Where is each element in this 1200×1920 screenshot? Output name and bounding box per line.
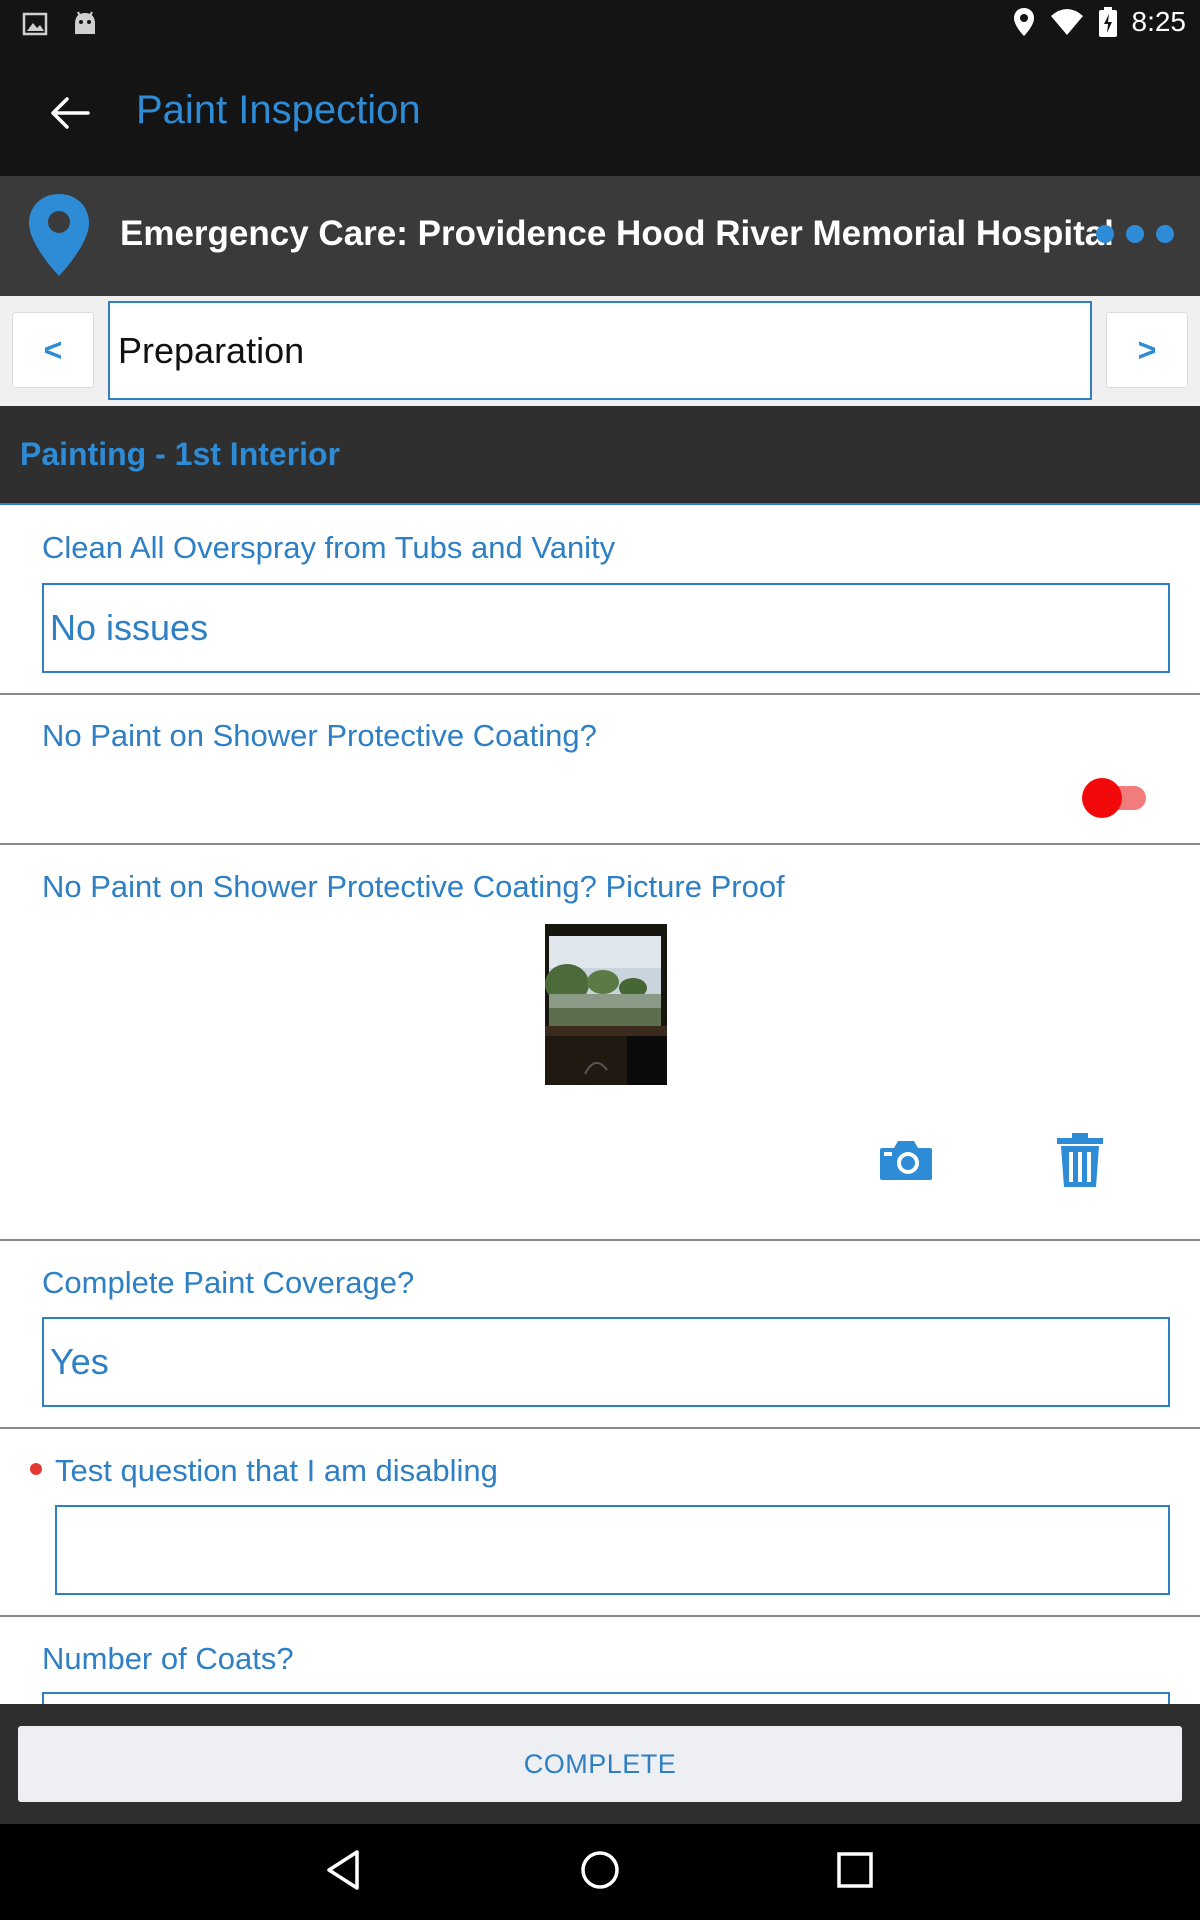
image-icon [22, 11, 48, 37]
app-bar: Paint Inspection [0, 48, 1200, 176]
location-icon [1012, 6, 1036, 38]
answer-value: Yes [50, 1341, 109, 1382]
map-pin-icon [26, 192, 92, 283]
question-label: Test question that I am disabling [55, 1453, 498, 1488]
section-navigator: < Preparation > [0, 296, 1200, 406]
footer-bar: COMPLETE [0, 1704, 1200, 1824]
answer-input[interactable]: Yes [42, 1317, 1170, 1407]
question-label: Number of Coats? [42, 1641, 294, 1676]
divider [0, 843, 1200, 845]
more-dots-icon[interactable] [1096, 225, 1174, 243]
android-icon [72, 10, 98, 38]
back-button[interactable] [40, 86, 100, 140]
group-title: Painting - 1st Interior [20, 436, 341, 472]
system-nav-bar [0, 1824, 1200, 1920]
question-label: Complete Paint Coverage? [42, 1265, 415, 1300]
divider [0, 1239, 1200, 1241]
question-label: No Paint on Shower Protective Coating? P… [42, 869, 785, 904]
camera-icon[interactable] [878, 1138, 934, 1182]
group-header: Painting - 1st Interior [0, 406, 1200, 505]
question-label: Clean All Overspray from Tubs and Vanity [42, 530, 616, 565]
arrow-back-icon [51, 97, 90, 129]
recents-square-icon[interactable] [836, 1848, 874, 1897]
home-circle-icon[interactable] [579, 1848, 621, 1897]
location-name: Emergency Care: Providence Hood River Me… [120, 214, 1114, 253]
answer-input[interactable] [55, 1505, 1170, 1595]
page-title: Paint Inspection [136, 88, 421, 132]
trash-icon[interactable] [1055, 1132, 1105, 1188]
previous-section-button[interactable]: < [12, 312, 94, 388]
required-indicator [30, 1463, 42, 1475]
next-section-button[interactable]: > [1106, 312, 1188, 388]
yes-no-toggle[interactable] [1082, 776, 1148, 820]
location-bar: Emergency Care: Providence Hood River Me… [0, 176, 1200, 296]
question-label: No Paint on Shower Protective Coating? [42, 718, 597, 753]
section-selector[interactable]: Preparation [108, 301, 1092, 400]
photo-thumbnail[interactable] [545, 924, 667, 1085]
answer-input[interactable]: No issues [42, 583, 1170, 673]
battery-icon [1098, 6, 1118, 38]
divider [0, 1615, 1200, 1617]
divider [0, 1427, 1200, 1429]
status-time: 8:25 [1131, 6, 1187, 37]
divider [0, 693, 1200, 695]
section-selector-value: Preparation [118, 329, 305, 371]
complete-button[interactable]: COMPLETE [18, 1726, 1182, 1802]
answer-value: No issues [50, 607, 209, 648]
back-triangle-icon[interactable] [325, 1848, 361, 1897]
wifi-icon [1050, 8, 1084, 36]
status-bar: 8:25 [0, 0, 1200, 48]
